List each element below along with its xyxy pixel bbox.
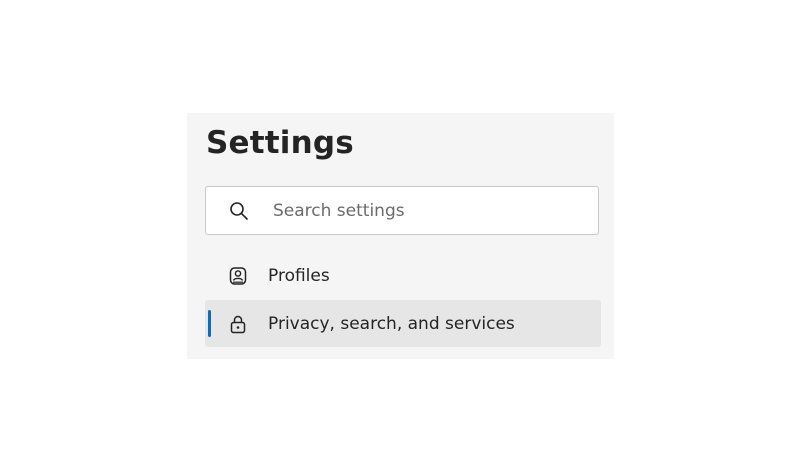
search-icon <box>227 199 251 223</box>
profiles-icon <box>227 265 249 287</box>
settings-sidebar: Settings Profiles <box>187 113 614 359</box>
sidebar-item-label: Profiles <box>268 265 330 286</box>
sidebar-item-label: Privacy, search, and services <box>268 313 515 334</box>
lock-icon <box>227 313 249 335</box>
sidebar-item-profiles[interactable]: Profiles <box>205 252 601 299</box>
selected-indicator <box>208 310 211 337</box>
search-input[interactable] <box>273 200 573 221</box>
search-box[interactable] <box>205 186 599 235</box>
settings-title: Settings <box>206 125 354 161</box>
sidebar-item-privacy[interactable]: Privacy, search, and services <box>205 300 601 347</box>
